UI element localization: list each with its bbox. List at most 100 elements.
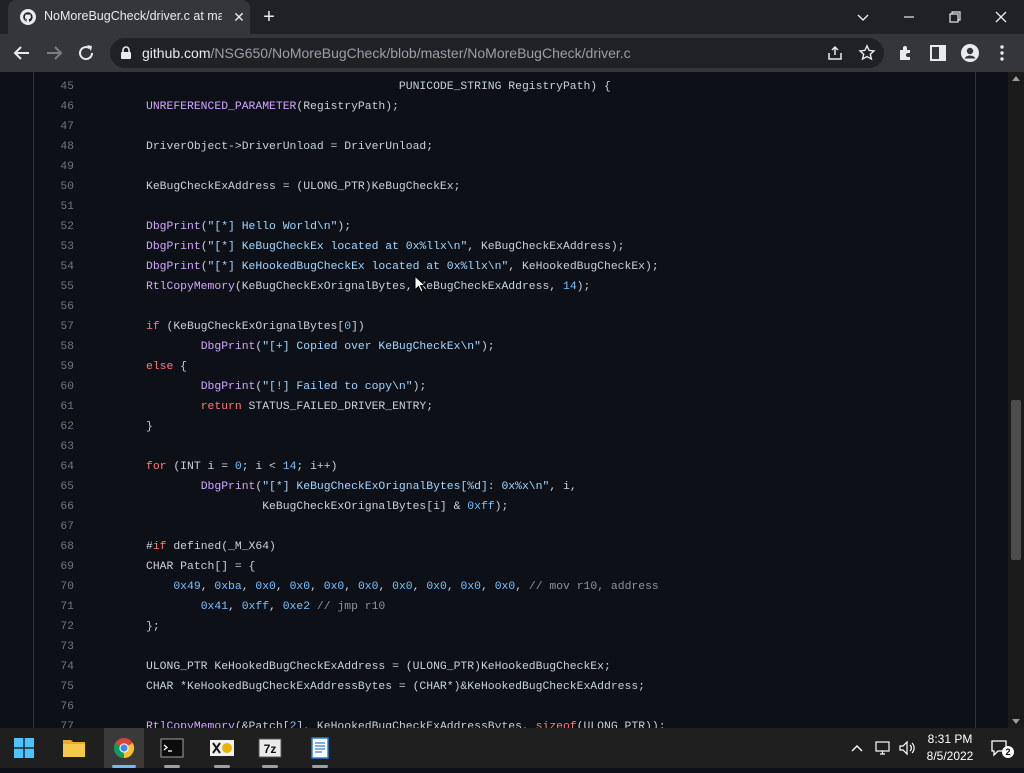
scrollbar-thumb[interactable] [1011, 400, 1021, 560]
start-button[interactable] [4, 728, 44, 768]
tab-title: NoMoreBugCheck/driver.c at ma [44, 9, 222, 23]
volume-icon[interactable] [898, 739, 916, 757]
line-number[interactable]: 59 [34, 357, 74, 377]
minimize-button[interactable] [886, 0, 932, 34]
code-line: 69 CHAR Patch[] = { [34, 557, 974, 577]
line-number[interactable]: 62 [34, 417, 74, 437]
line-number[interactable]: 74 [34, 657, 74, 677]
tab-search-button[interactable] [840, 0, 886, 34]
code-line: 45 PUNICODE_STRING RegistryPath) { [34, 77, 974, 97]
new-tab-button[interactable]: + [258, 6, 280, 28]
line-number[interactable]: 68 [34, 537, 74, 557]
network-icon[interactable] [874, 739, 892, 757]
line-number[interactable]: 56 [34, 297, 74, 317]
code-line: 61 return STATUS_FAILED_DRIVER_ENTRY; [34, 397, 974, 417]
code-line: 55 RtlCopyMemory(KeBugCheckExOrignalBytes… [34, 277, 974, 297]
profile-icon[interactable] [960, 43, 980, 63]
code-line: 54 DbgPrint("[*] KeHookedBugCheckEx locat… [34, 257, 974, 277]
line-number[interactable]: 46 [34, 97, 74, 117]
lock-icon[interactable] [120, 46, 132, 60]
code-line: 51 [34, 197, 974, 217]
line-number[interactable]: 63 [34, 437, 74, 457]
restore-icon [949, 11, 961, 23]
code-line: 49 [34, 157, 974, 177]
url-text[interactable]: github.com/NSG650/NoMoreBugCheck/blob/ma… [142, 45, 631, 61]
browser-tab[interactable]: NoMoreBugCheck/driver.c at ma ✕ [8, 0, 250, 34]
line-number[interactable]: 70 [34, 577, 74, 597]
7zip-icon: 7z [258, 738, 282, 758]
line-source: RtlCopyMemory(KeBugCheckExOrignalBytes, … [146, 281, 591, 293]
address-bar[interactable]: github.com/NSG650/NoMoreBugCheck/blob/ma… [110, 38, 884, 68]
line-number[interactable]: 69 [34, 557, 74, 577]
code-blob: 45 PUNICODE_STRING RegistryPath) {46 UNRE… [33, 72, 976, 728]
forward-button[interactable] [42, 41, 66, 65]
line-number[interactable]: 77 [34, 717, 74, 728]
line-number[interactable]: 61 [34, 397, 74, 417]
taskbar-7zip[interactable]: 7z [250, 728, 290, 768]
app-icon [210, 740, 234, 756]
scroll-down-icon[interactable] [1012, 719, 1020, 724]
line-source: DbgPrint("[*] KeBugCheckEx located at 0x… [146, 241, 625, 253]
line-number[interactable]: 47 [34, 117, 74, 137]
line-number[interactable]: 65 [34, 477, 74, 497]
code-line: 48 DriverObject->DriverUnload = DriverUnl… [34, 137, 974, 157]
close-window-button[interactable] [978, 0, 1024, 34]
vertical-scrollbar[interactable] [1008, 72, 1024, 728]
line-number[interactable]: 55 [34, 277, 74, 297]
line-number[interactable]: 66 [34, 497, 74, 517]
taskbar-xvd-app[interactable] [202, 728, 242, 768]
notification-badge: 2 [1002, 746, 1014, 758]
line-source: DbgPrint("[*] KeBugCheckExOrignalBytes[%… [200, 481, 577, 493]
line-source: KeBugCheckExOrignalBytes[i] & 0xff); [146, 501, 509, 513]
line-source: } [146, 421, 153, 433]
back-button[interactable] [10, 41, 34, 65]
extensions-icon[interactable] [896, 43, 916, 63]
line-number[interactable]: 51 [34, 197, 74, 217]
browser-toolbar: github.com/NSG650/NoMoreBugCheck/blob/ma… [0, 34, 1024, 72]
taskbar-file-explorer[interactable] [54, 728, 94, 768]
code-line: 57 if (KeBugCheckExOrignalBytes[0]) [34, 317, 974, 337]
line-number[interactable]: 72 [34, 617, 74, 637]
code-line: 59 else { [34, 357, 974, 377]
chevron-up-icon[interactable] [850, 740, 864, 756]
line-source: UNREFERENCED_PARAMETER(RegistryPath); [146, 101, 399, 113]
line-number[interactable]: 58 [34, 337, 74, 357]
code-line: 47 [34, 117, 974, 137]
line-number[interactable]: 73 [34, 637, 74, 657]
line-number[interactable]: 67 [34, 517, 74, 537]
line-number[interactable]: 57 [34, 317, 74, 337]
line-number[interactable]: 54 [34, 257, 74, 277]
code-line: 63 [34, 437, 974, 457]
line-number[interactable]: 60 [34, 377, 74, 397]
line-source: DriverObject->DriverUnload = DriverUnloa… [146, 141, 434, 153]
scroll-up-icon[interactable] [1012, 76, 1020, 81]
line-number[interactable]: 50 [34, 177, 74, 197]
system-clock[interactable]: 8:31 PM 8/5/2022 [922, 731, 978, 765]
chrome-icon [113, 738, 135, 759]
windows-icon [14, 738, 34, 758]
restore-button[interactable] [932, 0, 978, 34]
taskbar-notepad[interactable] [300, 728, 340, 768]
taskbar-terminal[interactable] [152, 728, 192, 768]
notification-center-button[interactable]: 2 [990, 738, 1016, 760]
reload-button[interactable] [74, 41, 98, 65]
tab-close-icon[interactable]: ✕ [230, 8, 248, 26]
menu-icon[interactable] [992, 43, 1012, 63]
share-icon[interactable] [826, 44, 844, 62]
taskbar-chrome[interactable] [104, 728, 144, 768]
line-number[interactable]: 52 [34, 217, 74, 237]
line-number[interactable]: 49 [34, 157, 74, 177]
line-number[interactable]: 76 [34, 697, 74, 717]
line-number[interactable]: 71 [34, 597, 74, 617]
star-icon[interactable] [858, 44, 876, 62]
line-source: 0x49, 0xba, 0x0, 0x0, 0x0, 0x0, 0x0, 0x0… [173, 581, 659, 593]
line-number[interactable]: 75 [34, 677, 74, 697]
side-panel-icon[interactable] [928, 43, 948, 63]
line-number[interactable]: 64 [34, 457, 74, 477]
line-source: #if defined(_M_X64) [146, 541, 276, 553]
line-number[interactable]: 45 [34, 77, 74, 97]
line-number[interactable]: 48 [34, 137, 74, 157]
code-line: 77 RtlCopyMemory(&Patch[2], KeHookedBugCh… [34, 717, 974, 728]
notepad-icon [311, 737, 329, 759]
line-number[interactable]: 53 [34, 237, 74, 257]
